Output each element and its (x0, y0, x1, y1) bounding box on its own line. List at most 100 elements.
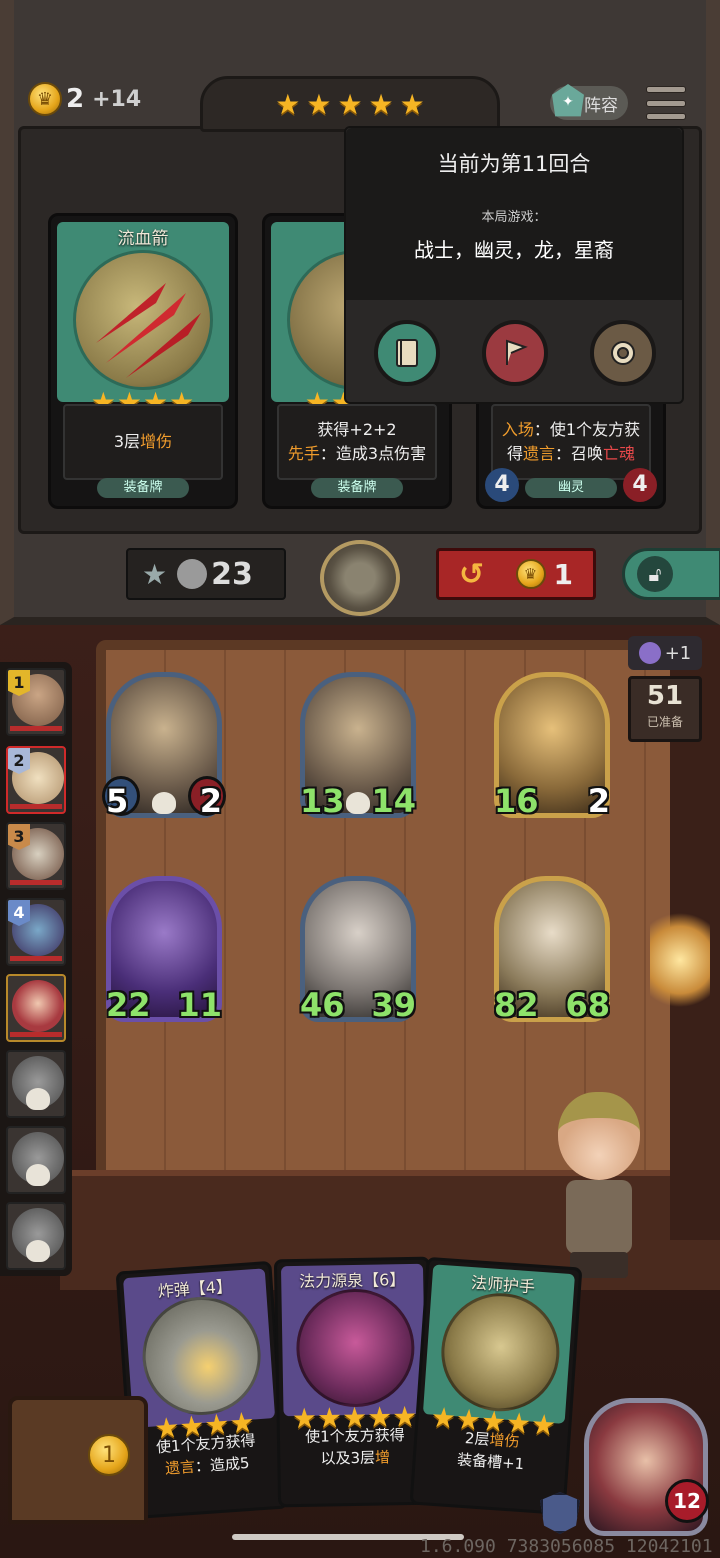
health-bar (10, 804, 62, 809)
menu-bar (646, 113, 686, 120)
minion-health: 11 (177, 986, 222, 1024)
gold-coin-icon: ♛ (28, 82, 62, 116)
game-label: 本局游戏： (481, 210, 547, 225)
lock-icon: 🔓︎ (637, 556, 673, 592)
card-title: 流血箭 (117, 229, 169, 249)
hero-portrait[interactable]: 12 (584, 1398, 709, 1536)
desc-text: ：使1个友方获 (533, 420, 641, 439)
skull-icon (26, 1088, 50, 1110)
tavern-stars: ★ ★ ★ ★ ★ (200, 76, 500, 132)
moon-bonus: +1 (628, 636, 702, 670)
player-slot[interactable]: 3 (6, 822, 66, 890)
hero-head (558, 1092, 640, 1180)
version-text: 1.6.090 7383056085 12042101 (420, 1536, 713, 1557)
game-info-popup: 当前为第11回合 本局游戏： 战士，幽灵，龙，星裔 (344, 126, 684, 404)
pocket-watch-icon[interactable] (320, 540, 400, 616)
player-slot[interactable]: 2 (6, 746, 66, 814)
desc-text: ：召唤 (555, 444, 604, 463)
codex-button[interactable] (374, 320, 440, 386)
desc-text: ：造成5 (194, 1453, 251, 1476)
prepared-label: 已准备 (646, 715, 683, 729)
gold-amount: 2 (66, 84, 85, 114)
card-description: 3层增伤 (63, 404, 223, 480)
desc-text: ：造成3点伤害 (319, 444, 427, 463)
refresh-cost-value: 1 (553, 557, 573, 591)
star-icon: ★ (306, 87, 332, 121)
minion-attack: 46 (300, 986, 345, 1024)
minion-attack: 82 (494, 986, 539, 1024)
star-icon: ★ (368, 87, 394, 121)
health-bar (10, 880, 62, 885)
minion-health: 68 (565, 986, 610, 1024)
lock-shop-button[interactable]: 🔓︎ (622, 548, 720, 600)
desc-text: 3层 (113, 432, 141, 451)
lineup-icon: ✦ (552, 84, 584, 117)
minion-health: 14 (371, 782, 416, 820)
desc-keyword: 先手 (287, 444, 320, 463)
avatar (12, 980, 64, 1032)
settings-button[interactable] (590, 320, 656, 386)
player-slot-eliminated[interactable] (6, 1202, 66, 1270)
desc-line1: 获得+2+2 (317, 420, 397, 439)
minion-attack: 5 (106, 782, 129, 820)
desc-keyword: 增 (374, 1448, 391, 1467)
minion[interactable]: 46 39 (300, 876, 416, 1024)
desc-keyword: 增伤 (488, 1430, 521, 1451)
card-art (73, 250, 213, 390)
surrender-button[interactable] (482, 320, 548, 386)
prepared-counter[interactable]: 51 已准备 (628, 676, 702, 742)
prepared-count: 51 (646, 681, 684, 711)
refresh-icon: ↺ (459, 556, 485, 592)
lineup-label: 阵容 (584, 95, 618, 116)
minion[interactable]: 5 2 (102, 672, 226, 820)
credit-amount: 23 (211, 556, 253, 592)
desc-text: 以及3层 (320, 1448, 376, 1468)
minion-health: 39 (371, 986, 416, 1024)
menu-button[interactable] (646, 86, 686, 120)
hero-health: 12 (665, 1479, 709, 1523)
desc-text: 得 (506, 444, 523, 463)
card-description: 获得+2+2 先手：造成3点伤害 (277, 404, 437, 480)
book-icon (396, 339, 418, 367)
hand-card-mana-spring[interactable]: 法力源泉【6】 ★★★★★ 使1个友方获得 以及3层增 (273, 1256, 435, 1508)
desc-keyword: 遗言 (164, 1457, 196, 1478)
chest-count: 1 (88, 1434, 130, 1476)
desc-line1: 使1个友方获得 (305, 1426, 405, 1446)
rank-badge: 3 (8, 824, 30, 850)
hand-card-mage-gauntlet[interactable]: 法师护手 ★★★★★ 2层增伤 装备槽+1 (409, 1256, 583, 1516)
shop-card-bleeding-arrow[interactable]: 流血箭 ★★★★ 3层增伤 装备牌 (48, 213, 238, 509)
minion-attack: 16 (494, 782, 539, 820)
credit-display: 23 (177, 557, 253, 592)
gear-icon (611, 341, 635, 365)
player-slot-self[interactable] (6, 974, 66, 1042)
lineup-button[interactable]: ✦ 阵容 (550, 84, 628, 120)
desc-keyword: 遗言 (522, 444, 555, 463)
desc-keyword: 增伤 (140, 432, 173, 451)
minion-golden[interactable]: 82 68 (494, 876, 610, 1024)
minion-golden[interactable]: 16 2 (494, 672, 610, 820)
star-icon: ★ (399, 87, 425, 121)
crown-coin-icon (177, 559, 208, 589)
player-slot-eliminated[interactable] (6, 1050, 66, 1118)
player-slot[interactable]: 4 (6, 898, 66, 966)
skull-icon (152, 792, 176, 814)
card-type-tag: 装备牌 (311, 478, 403, 498)
refresh-button[interactable]: ↺ ♛ 1 (436, 548, 596, 600)
health-bar (10, 726, 62, 731)
moon-bonus-value: +1 (664, 642, 692, 664)
treasure-chest-button[interactable]: 1 (8, 1396, 148, 1524)
round-text: 当前为第11回合 (437, 152, 591, 176)
skull-icon (26, 1240, 50, 1262)
hero-character (540, 1086, 660, 1282)
rank-badge: 4 (8, 900, 30, 926)
player-slot[interactable]: 1 (6, 668, 66, 736)
minion[interactable]: 22 11 (106, 876, 222, 1024)
minion-health: 2 (587, 782, 610, 820)
desc-keyword: 亡魂 (603, 444, 636, 463)
star-icon: ★ (275, 87, 301, 121)
minion[interactable]: 13 14 (300, 672, 416, 820)
minion-attack: 22 (106, 986, 151, 1024)
player-slot-eliminated[interactable] (6, 1126, 66, 1194)
menu-bar (646, 86, 686, 93)
health-bar (10, 956, 62, 961)
